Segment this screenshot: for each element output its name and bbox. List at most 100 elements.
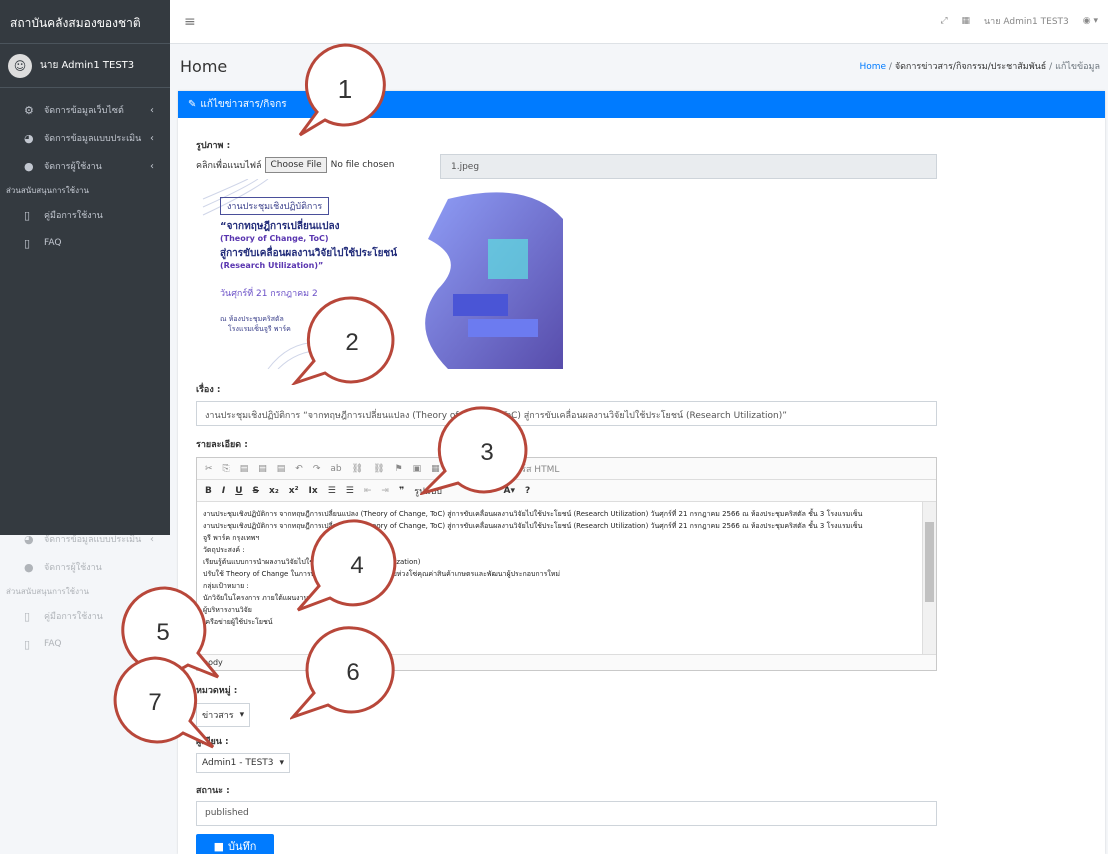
redo-icon[interactable]: ↷ [313, 464, 321, 474]
callout-number: 4 [350, 552, 363, 579]
outdent-icon[interactable]: ⇤ [364, 486, 372, 496]
unlink-icon[interactable]: ⛓ [373, 464, 384, 474]
poster-line-2: (Theory of Change, ToC) [220, 234, 329, 243]
sidebar-nav: ⚙ จัดการข้อมูลเว็บไซต์ ‹ ◕ จัดการข้อมูลแบบป… [0, 88, 170, 257]
callout-6: 6 [290, 626, 395, 720]
save-icon: ■ [213, 839, 224, 853]
file-icon: ▯ [24, 236, 31, 250]
menu-icon[interactable]: ≡ [184, 14, 196, 30]
author-value: Admin1 - TEST3 [202, 758, 274, 768]
undo-icon[interactable]: ↶ [295, 464, 303, 474]
title-input[interactable]: งานประชุมเชิงปฏิบัติการ “จากทฤษฎีการเปลี… [196, 401, 937, 426]
cogs-icon: ⚙ [24, 103, 34, 117]
callout-2: 2 [291, 296, 395, 385]
ghost-item-label: จัดการผู้ใช้งาน [44, 563, 102, 573]
card-title: แก้ไขข่าวสาร/กิจกร [200, 99, 287, 110]
image-label: รูปภาพ : [196, 141, 231, 151]
callout-number: 5 [156, 619, 169, 646]
paste-text-icon[interactable]: ▤ [258, 464, 267, 474]
underline-icon[interactable]: U [235, 486, 242, 496]
page-title: Home [180, 56, 228, 76]
file-icon: ▯ [24, 637, 31, 651]
title-label: เรื่อง : [196, 385, 221, 395]
poster-line-4: (Research Utilization)” [220, 261, 324, 270]
current-file-field: 1.jpeg [440, 154, 937, 179]
sidebar-item-website[interactable]: ⚙ จัดการข้อมูลเว็บไซต์ ‹ [0, 96, 170, 124]
link-icon[interactable]: ⛓ [352, 464, 363, 474]
brand-title[interactable]: สถาบันคลังสมองของชาติ [0, 0, 170, 44]
chevron-down-icon: ▾ [239, 710, 245, 720]
save-button[interactable]: ■ บันทึก [196, 834, 274, 854]
callout-number: 7 [148, 689, 161, 716]
editor-scrollbar[interactable] [922, 502, 936, 654]
sidebar-item-users[interactable]: ● จัดการผู้ใช้งาน ‹ [0, 152, 170, 180]
callout-3: 3 [420, 406, 528, 495]
italic-icon[interactable]: I [222, 486, 225, 496]
blockquote-icon[interactable]: ❞ [399, 486, 404, 496]
edit-icon: ✎ [188, 99, 197, 110]
indent-icon[interactable]: ⇥ [381, 486, 389, 496]
spellcheck-icon[interactable]: ab [330, 464, 341, 474]
breadcrumb-current: แก้ไขข้อมูล [1055, 62, 1100, 72]
callout-number: 1 [338, 74, 352, 104]
cut-icon[interactable]: ✂ [205, 464, 213, 474]
save-label: บันทึก [227, 840, 257, 853]
user-name: นาย Admin1 TEST3 [40, 60, 135, 71]
poster-line-1: “จากทฤษฎีการเปลี่ยนแปลง [220, 221, 340, 232]
bold-icon[interactable]: B [205, 486, 212, 496]
sidebar-item-label: คู่มือการใช้งาน [44, 211, 103, 221]
author-select[interactable]: Admin1 - TEST3 ▾ [196, 753, 291, 773]
choose-file-button[interactable]: Choose File [265, 157, 327, 173]
sidebar-item-label: FAQ [44, 238, 62, 248]
user-panel[interactable]: ☺ นาย Admin1 TEST3 [0, 44, 170, 88]
breadcrumb-section[interactable]: จัดการข่าวสาร/กิจกรรม/ประชาสัมพันธ์ [895, 62, 1046, 72]
chevron-down-icon: ▾ [279, 758, 285, 768]
fullscreen-icon[interactable]: ⤢ [940, 16, 947, 26]
sidebar-item-label: จัดการข้อมูลเว็บไซต์ [44, 106, 124, 116]
chevron-left-icon: ‹ [150, 533, 154, 545]
dashboard-icon: ◕ [24, 131, 34, 145]
status-label: สถานะ : [196, 786, 230, 796]
superscript-icon[interactable]: x² [289, 486, 299, 496]
copy-icon[interactable]: ⎘ [223, 464, 230, 474]
file-icon: ▯ [24, 609, 31, 623]
paste-icon[interactable]: ▤ [240, 464, 249, 474]
grid-icon[interactable]: ▦ [962, 16, 971, 26]
user-icon: ● [24, 159, 34, 173]
poster-venue-2: โรงแรมเซ็นจูรี พาร์ค [228, 325, 291, 333]
callout-4: 4 [296, 519, 397, 612]
file-prompt: คลิกเพื่อแนบไฟล์ [196, 161, 262, 171]
no-file-text: No file chosen [330, 160, 395, 170]
poster-line-3: สู่การขับเคลื่อนผลงานวิจัยไปใช้ประโยชน์ [220, 248, 398, 259]
sidebar-header-support: ส่วนสนับสนุนการใช้งาน [6, 186, 89, 195]
sidebar-item-label: จัดการข้อมูลแบบประเมิน [44, 134, 142, 144]
subscript-icon[interactable]: x₂ [269, 486, 279, 496]
user-circle-icon[interactable]: ◉ ▾ [1083, 16, 1098, 26]
topbar-user-name[interactable]: นาย Admin1 TEST3 [984, 14, 1069, 28]
anchor-icon[interactable]: ⚑ [395, 464, 403, 474]
scroll-thumb[interactable] [925, 522, 934, 602]
numbered-list-icon[interactable]: ☰ [328, 486, 336, 496]
ghost-item-label: FAQ [44, 639, 62, 649]
callout-7: 7 [113, 656, 215, 749]
callout-1: 1 [298, 43, 386, 137]
ghost-item-users: ● จัดการผู้ใช้งาน [0, 553, 170, 581]
strike-icon[interactable]: S [253, 486, 259, 496]
chevron-left-icon: ‹ [150, 104, 154, 116]
poster-tag: งานประชุมเชิงปฏิบัติการ [220, 197, 330, 215]
file-line: คลิกเพื่อแนบไฟล์ Choose File No file cho… [196, 157, 394, 173]
status-input[interactable]: published [196, 801, 937, 826]
user-icon: ● [24, 560, 34, 574]
sidebar-item-label: จัดการผู้ใช้งาน [44, 162, 102, 172]
ghost-item-label: คู่มือการใช้งาน [44, 612, 103, 622]
topbar-right: ⤢ ▦ นาย Admin1 TEST3 ◉ ▾ [940, 14, 1098, 28]
sidebar-item-faq[interactable]: ▯ FAQ [0, 229, 170, 257]
sidebar-item-assessment[interactable]: ◕ จัดการข้อมูลแบบประเมิน ‹ [0, 124, 170, 152]
paste-word-icon[interactable]: ▤ [277, 464, 286, 474]
editor-toolbar-2: B I U S x₂ x² Ix ☰ ☰ ⇤ ⇥ ❞ รูปแบบ A▾ A▾ … [197, 480, 936, 502]
bullet-list-icon[interactable]: ☰ [346, 486, 354, 496]
callout-number: 6 [346, 659, 359, 686]
clear-format-icon[interactable]: Ix [309, 486, 318, 496]
breadcrumb-home[interactable]: Home [859, 62, 886, 72]
sidebar-item-manual[interactable]: ▯ คู่มือการใช้งาน [0, 201, 170, 229]
